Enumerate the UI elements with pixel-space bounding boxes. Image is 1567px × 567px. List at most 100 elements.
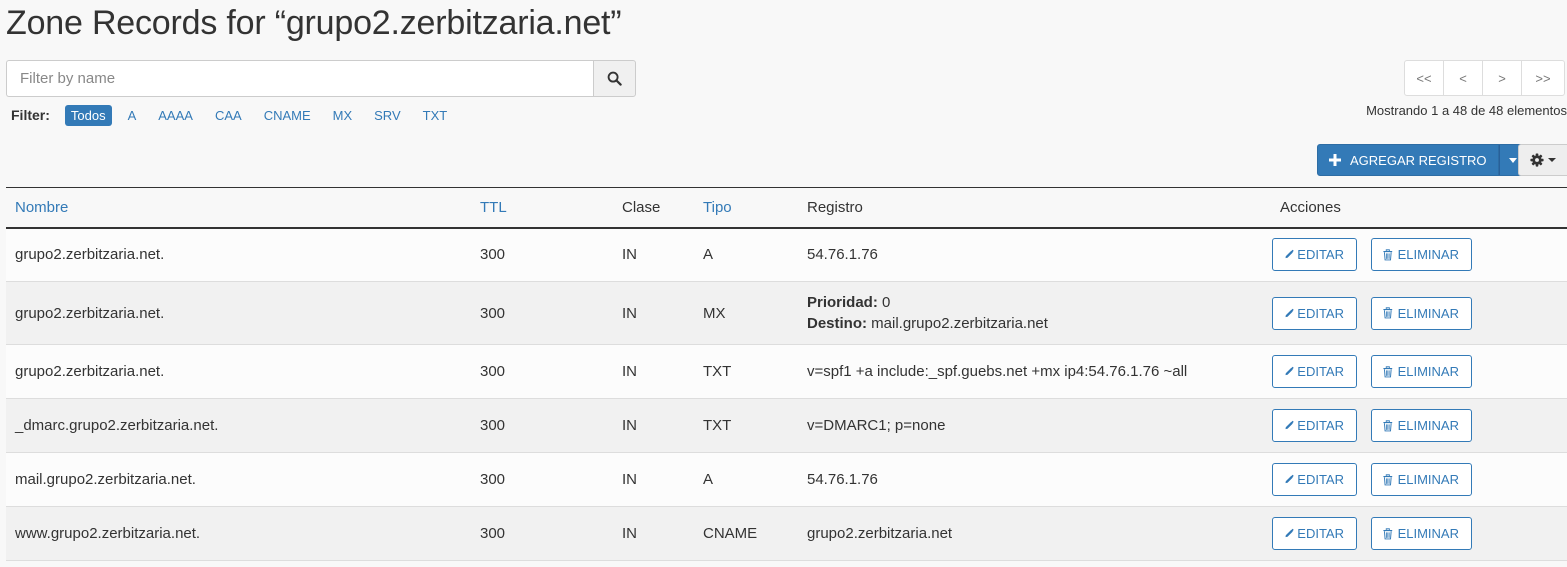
search-group [6,60,636,97]
record-field-value: grupo2.zerbitzaria.net [807,525,953,542]
filter-srv[interactable]: SRV [368,105,407,126]
cell-name: _dmarc.grupo2.zerbitzaria.net. [15,417,219,434]
table-row: _dmarc.grupo2.zerbitzaria.net. 300 IN TXT v=… [6,398,1567,453]
trash-icon [1383,249,1393,261]
table-row: grupo2.zerbitzaria.net. 300 IN TXT v=spf1 +a… [6,344,1567,399]
delete-button[interactable]: ELIMINAR [1371,296,1472,330]
table-row: www.grupo2.zerbitzaria.net. 300 IN CNAME gru… [6,506,1567,561]
column-header-name[interactable]: Nombre [6,188,471,228]
filter-mx[interactable]: MX [327,105,359,126]
chevron-down-icon [1548,158,1556,162]
record-line: grupo2.zerbitzaria.net [807,525,1225,542]
edit-label: EDITAR [1297,418,1344,433]
filter-caa[interactable]: CAA [209,105,248,126]
pagination-info: Mostrando 1 a 48 de 48 elementos [1366,103,1567,118]
column-header-record: Registro [807,198,863,216]
filter-a[interactable]: A [122,105,143,126]
cell-ttl: 300 [480,363,506,380]
next-page-button[interactable]: > [1482,60,1522,96]
record-line: v=DMARC1; p=none [807,417,1225,434]
delete-label: ELIMINAR [1397,247,1459,263]
edit-button[interactable]: EDITAR [1272,296,1357,330]
chevron-down-icon [1508,157,1517,163]
filter-aaaa[interactable]: AAAA [152,105,199,126]
cell-type: A [703,246,714,264]
edit-button[interactable]: EDITAR [1272,463,1357,496]
record-line: Destino: mail.grupo2.zerbitzaria.net [807,315,1225,332]
cell-type: TXT [703,417,732,434]
pencil-icon [1285,366,1294,376]
trash-icon [1383,473,1393,485]
cell-record: v=spf1 +a include:_spf.guebs.net +mx ip4… [798,345,1234,399]
delete-button[interactable]: ELIMINAR [1371,355,1472,388]
cell-actions: EDITAR ELIMINAR [1234,228,1567,282]
edit-button[interactable]: EDITAR [1272,238,1357,272]
edit-button[interactable]: EDITAR [1272,409,1357,442]
zone-records-table: Nombre TTL Clase Tipo Registro Acciones … [6,187,1567,561]
edit-label: EDITAR [1297,247,1344,263]
settings-dropdown-button[interactable] [1518,144,1567,176]
delete-label: ELIMINAR [1397,305,1459,321]
page-title: Zone Records for “grupo2.zerbitzaria.net… [6,4,622,42]
add-record-button[interactable]: AGREGAR REGISTRO [1317,144,1499,176]
record-field-value: 0 [882,294,891,311]
cell-ttl: 300 [480,525,506,542]
record-field-value: mail.grupo2.zerbitzaria.net [871,315,1048,332]
filter-txt[interactable]: TXT [417,105,454,126]
last-page-button[interactable]: >> [1521,60,1565,96]
cell-type: MX [703,304,726,322]
delete-button[interactable]: ELIMINAR [1371,463,1472,496]
column-header-ttl[interactable]: TTL [471,188,613,228]
pagination: << < > >> [1404,60,1565,96]
delete-label: ELIMINAR [1397,472,1459,487]
delete-label: ELIMINAR [1397,526,1459,541]
type-filter-bar: Filter: Todos A AAAA CAA CNAME MX SRV TX… [11,103,463,127]
cell-type: A [703,471,714,488]
cell-record: Prioridad: 0 Destino: mail.grupo2.zerbitz… [798,282,1234,345]
search-icon [607,71,622,86]
edit-button[interactable]: EDITAR [1272,517,1357,550]
pencil-icon [1285,420,1294,430]
delete-button[interactable]: ELIMINAR [1371,517,1472,550]
trash-icon [1383,419,1393,431]
cell-class: IN [622,525,637,542]
table-row: grupo2.zerbitzaria.net. 300 IN A 54.76.1.76 E… [6,227,1567,282]
pencil-icon [1285,249,1294,259]
cell-record: 54.76.1.76 [798,228,1234,282]
cell-class: IN [622,471,637,488]
record-field-value: 54.76.1.76 [807,471,878,488]
trash-icon [1383,527,1393,539]
record-line: 54.76.1.76 [807,471,1225,488]
pencil-icon [1285,528,1294,538]
record-field-value: v=DMARC1; p=none [807,417,946,434]
delete-button[interactable]: ELIMINAR [1371,238,1472,272]
search-input[interactable] [6,60,593,97]
cell-record: grupo2.zerbitzaria.net [798,507,1234,561]
prev-page-button[interactable]: < [1443,60,1483,96]
cell-ttl: 300 [480,417,506,434]
first-page-button[interactable]: << [1404,60,1444,96]
cell-class: IN [622,417,637,434]
pencil-icon [1285,308,1294,317]
delete-label: ELIMINAR [1397,418,1459,433]
delete-button[interactable]: ELIMINAR [1371,409,1472,442]
cell-ttl: 300 [480,471,506,488]
pencil-icon [1285,474,1294,484]
filter-cname[interactable]: CNAME [258,105,317,126]
edit-label: EDITAR [1297,305,1344,321]
record-line: 54.76.1.76 [807,246,1225,263]
cell-type: TXT [703,363,732,380]
cell-name: grupo2.zerbitzaria.net. [15,363,165,380]
record-field-value: v=spf1 +a include:_spf.guebs.net +mx ip4… [807,363,1188,380]
column-header-type[interactable]: Tipo [694,188,798,228]
cell-class: IN [622,246,637,264]
search-button[interactable] [593,60,636,97]
add-record-group: AGREGAR REGISTRO [1317,144,1527,176]
table-row: mail.grupo2.zerbitzaria.net. 300 IN A 54.76.… [6,452,1567,507]
cell-class: IN [622,304,637,322]
edit-button[interactable]: EDITAR [1272,355,1357,388]
filter-todos[interactable]: Todos [64,104,112,126]
delete-label: ELIMINAR [1397,364,1459,379]
record-field-label: Prioridad: [807,294,878,311]
gear-icon [1530,153,1544,167]
